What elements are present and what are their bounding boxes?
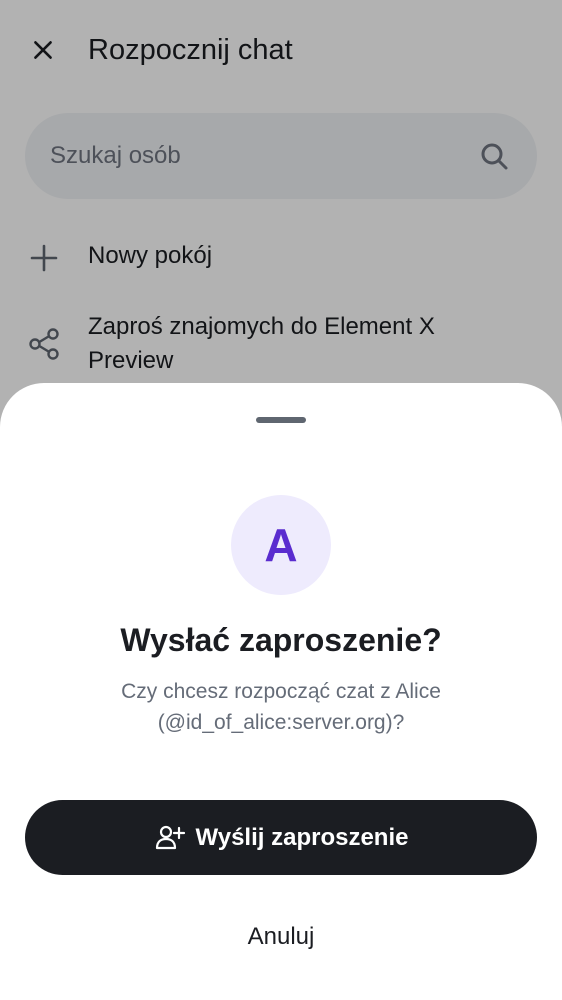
send-invite-button[interactable]: Wyślij zaproszenie <box>25 800 537 875</box>
send-invite-label: Wyślij zaproszenie <box>195 823 409 851</box>
dialog-title: Wysłać zaproszenie? <box>120 622 442 658</box>
drag-handle[interactable] <box>256 417 306 423</box>
add-person-icon <box>155 825 185 849</box>
cancel-label: Anuluj <box>247 923 315 950</box>
dialog-message: Czy chcesz rozpocząć czat z Alice (@id_o… <box>121 680 441 734</box>
cancel-button[interactable]: Anuluj <box>181 905 381 969</box>
avatar-initial: A <box>264 519 298 571</box>
avatar: A <box>231 495 331 595</box>
invite-bottom-sheet: A Wysłać zaproszenie? Czy chcesz rozpocz… <box>0 383 562 1000</box>
